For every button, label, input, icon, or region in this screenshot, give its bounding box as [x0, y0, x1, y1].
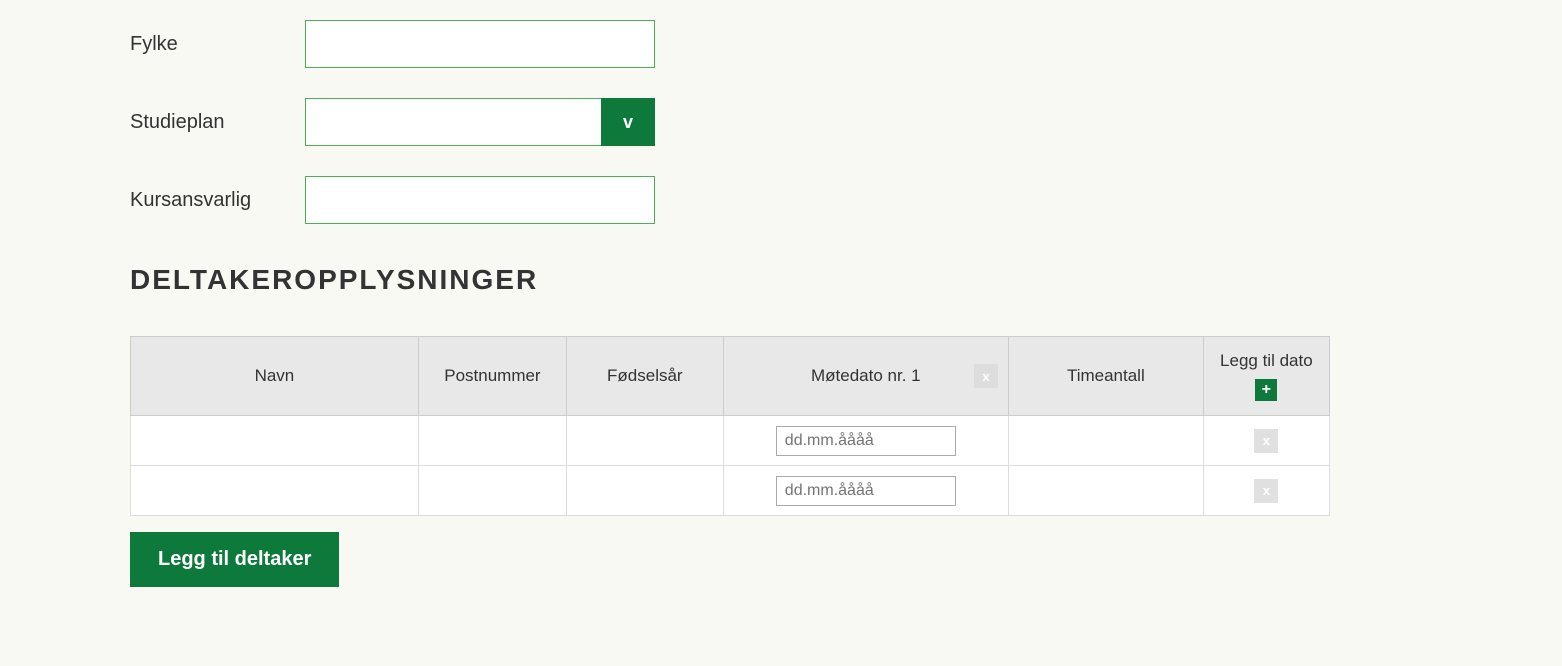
fodselsaar-input[interactable]: [575, 476, 715, 506]
kursansvarlig-label: Kursansvarlig: [130, 189, 305, 212]
fylke-input[interactable]: [305, 20, 655, 68]
studieplan-label: Studieplan: [130, 111, 305, 134]
remove-row-button[interactable]: x: [1254, 429, 1278, 453]
motedato-input[interactable]: [776, 476, 956, 506]
studieplan-dropdown[interactable]: v: [305, 98, 655, 146]
studieplan-input[interactable]: [305, 98, 601, 146]
motedato-input[interactable]: [776, 426, 956, 456]
participants-heading: DELTAKEROPPLYSNINGER: [130, 264, 1432, 296]
participants-table: Navn Postnummer Fødselsår Møtedato nr. 1…: [130, 336, 1330, 516]
header-navn: Navn: [131, 337, 419, 416]
table-row: x: [131, 466, 1330, 516]
navn-input[interactable]: [139, 476, 410, 506]
motedato-header-text: Møtedato nr. 1: [811, 366, 921, 385]
header-postnummer: Postnummer: [418, 337, 566, 416]
header-timeantall: Timeantall: [1008, 337, 1203, 416]
fodselsaar-input[interactable]: [575, 426, 715, 456]
plus-icon: +: [1262, 381, 1271, 399]
kursansvarlig-input[interactable]: [305, 176, 655, 224]
add-date-column-button[interactable]: +: [1255, 379, 1277, 401]
header-fodselsaar: Fødselsår: [567, 337, 724, 416]
chevron-down-icon: v: [623, 112, 633, 133]
postnummer-input[interactable]: [427, 476, 558, 506]
remove-row-button[interactable]: x: [1254, 479, 1278, 503]
postnummer-input[interactable]: [427, 426, 558, 456]
header-motedato: Møtedato nr. 1 x: [723, 337, 1008, 416]
timeantall-input[interactable]: [1017, 476, 1195, 506]
studieplan-toggle-button[interactable]: v: [601, 98, 655, 146]
fylke-label: Fylke: [130, 33, 305, 56]
timeantall-input[interactable]: [1017, 426, 1195, 456]
header-leggtil: Legg til dato +: [1203, 337, 1329, 416]
add-participant-button[interactable]: Legg til deltaker: [130, 532, 339, 587]
remove-date-column-button[interactable]: x: [974, 364, 998, 388]
table-row: x: [131, 416, 1330, 466]
close-icon: x: [1263, 433, 1270, 448]
close-icon: x: [982, 369, 989, 384]
close-icon: x: [1263, 483, 1270, 498]
navn-input[interactable]: [139, 426, 410, 456]
leggtil-header-text: Legg til dato: [1220, 351, 1313, 371]
